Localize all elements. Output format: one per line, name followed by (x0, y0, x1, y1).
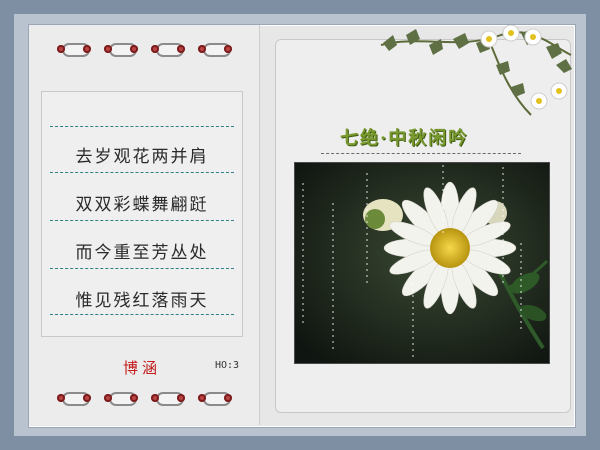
binder-ring-icon (151, 390, 185, 406)
poem-panel: 去岁观花两并肩 双双彩蝶舞翩跹 而今重至芳丛处 惟见残红落雨天 (41, 91, 243, 337)
rule (50, 220, 234, 221)
rule (50, 126, 234, 127)
poem-line-2: 双双彩蝶舞翩跹 (75, 195, 209, 215)
poem-line-1: 去岁观花两并肩 (75, 147, 209, 167)
bottom-binder-rings (57, 390, 247, 408)
poem-line-3: 而今重至芳丛处 (75, 243, 209, 263)
binder-ring-icon (198, 41, 232, 57)
poem-line-4: 惟见残红落雨天 (75, 291, 209, 311)
card: 去岁观花两并肩 双双彩蝶舞翩跹 而今重至芳丛处 惟见残红落雨天 博涵 HO:3 … (28, 24, 576, 428)
left-panel: 去岁观花两并肩 双双彩蝶舞翩跹 而今重至芳丛处 惟见残红落雨天 博涵 HO:3 (29, 25, 260, 425)
white-daisy-photo (294, 162, 550, 364)
daisy-flower (383, 181, 517, 315)
rule (50, 268, 234, 269)
binder-ring-icon (151, 41, 185, 57)
rule (50, 314, 234, 315)
daisy-image (295, 163, 549, 363)
binder-ring-icon (104, 390, 138, 406)
ivy-daisy-decoration-icon (380, 25, 572, 116)
binder-ring-icon (198, 390, 232, 406)
title-rule (321, 153, 521, 154)
binder-ring-icon (57, 390, 91, 406)
binder-ring-icon (104, 41, 138, 57)
poem-code: HO:3 (215, 360, 240, 371)
rule (50, 172, 234, 173)
binder-ring-icon (57, 41, 91, 57)
author-name: 博涵 (123, 359, 162, 377)
top-binder-rings (57, 41, 247, 59)
poem-title: 七绝·中秋闲吟 (340, 128, 469, 149)
